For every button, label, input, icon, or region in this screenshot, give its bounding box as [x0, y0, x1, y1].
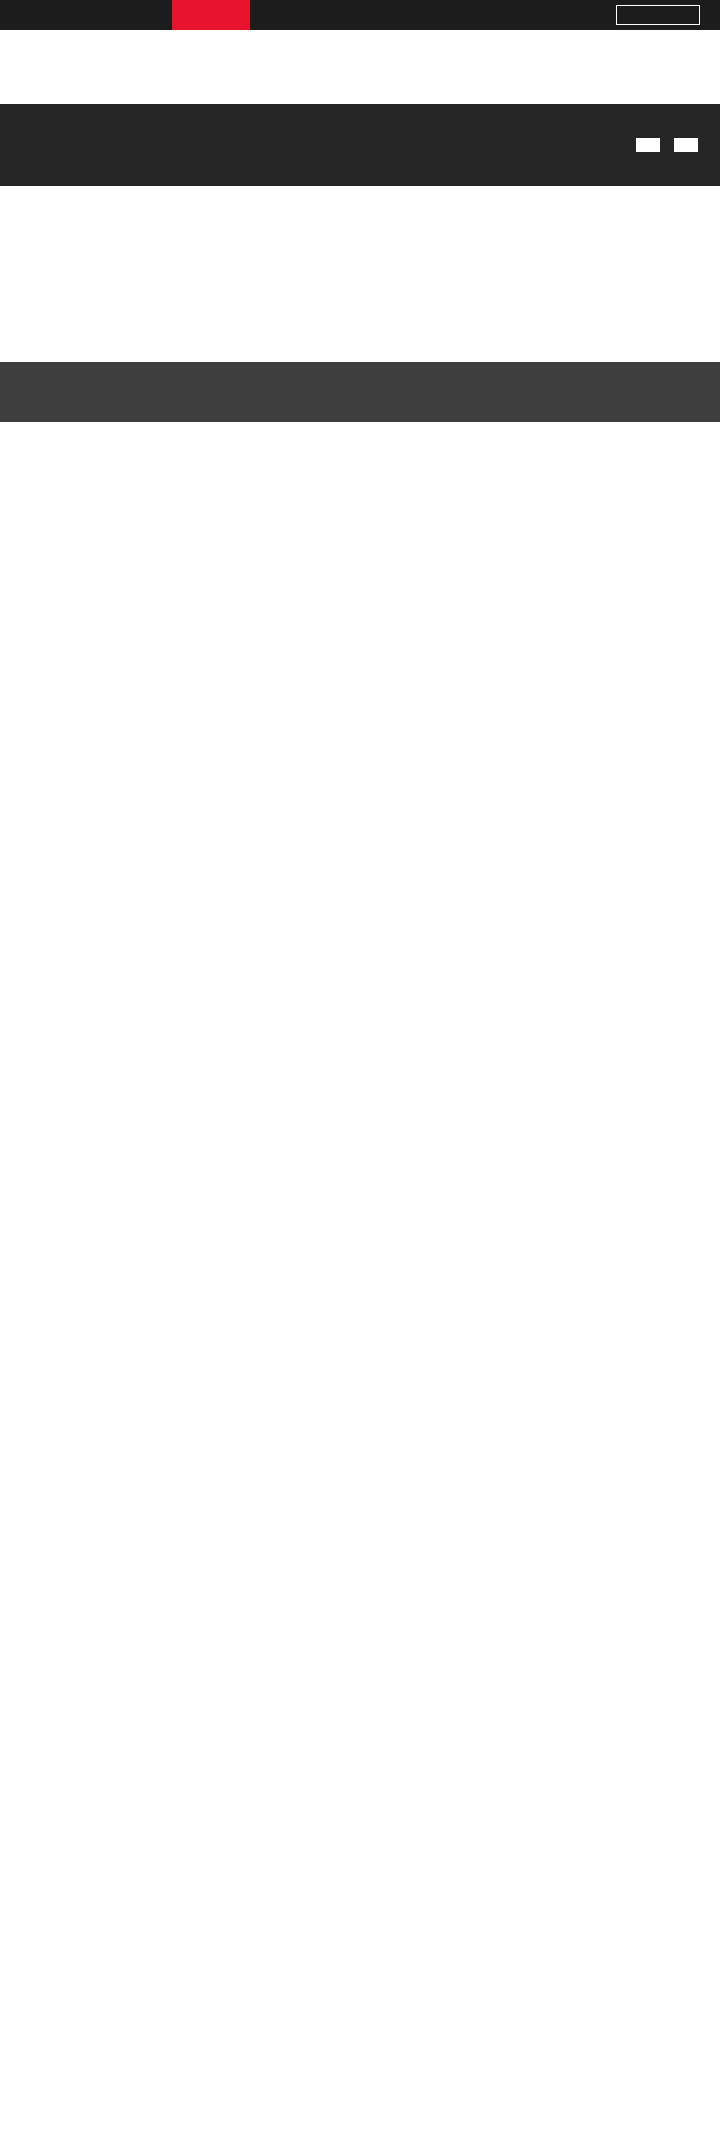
nav-item-features[interactable] — [328, 0, 406, 30]
reviews-section-heading — [0, 268, 720, 320]
main-nav — [172, 0, 406, 30]
get-support-button[interactable] — [636, 138, 660, 152]
demo-grid — [0, 76, 720, 88]
site-header — [0, 0, 720, 30]
site-logo[interactable] — [0, 0, 130, 30]
nav-item-variations[interactable] — [172, 0, 250, 30]
reviews-section — [0, 336, 720, 362]
hero-section — [0, 30, 720, 76]
nav-item-support[interactable] — [250, 0, 328, 30]
features-section — [0, 186, 720, 268]
site-footer — [0, 362, 720, 422]
buy-now-button[interactable] — [616, 5, 700, 25]
video-tutorials-button[interactable] — [674, 138, 698, 152]
cta-banner — [0, 104, 720, 186]
